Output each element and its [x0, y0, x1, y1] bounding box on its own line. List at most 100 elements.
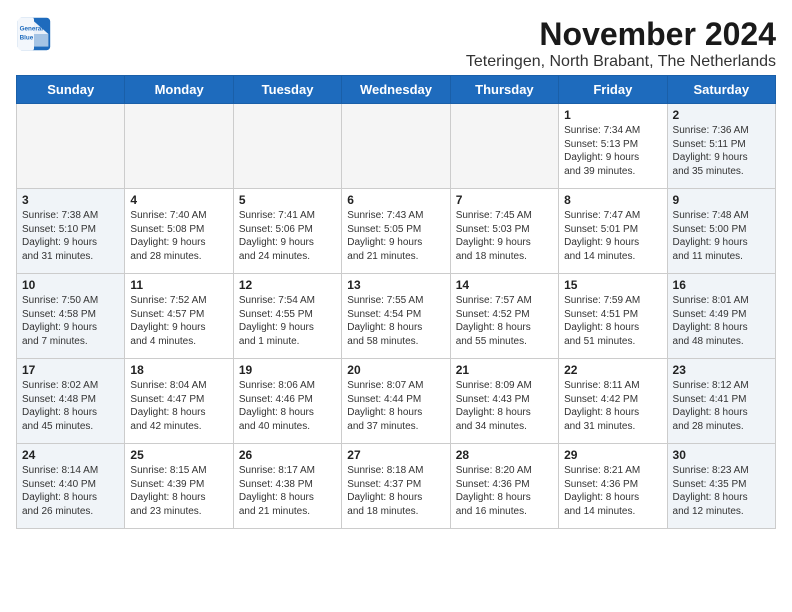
day-number: 10: [22, 278, 119, 292]
day-info: Sunrise: 8:11 AM Sunset: 4:42 PM Dayligh…: [564, 379, 661, 433]
weekday-header-wednesday: Wednesday: [342, 76, 450, 104]
weekday-header-saturday: Saturday: [667, 76, 775, 104]
day-number: 30: [673, 448, 770, 462]
day-number: 23: [673, 363, 770, 377]
day-info: Sunrise: 7:36 AM Sunset: 5:11 PM Dayligh…: [673, 124, 770, 178]
day-info: Sunrise: 8:14 AM Sunset: 4:40 PM Dayligh…: [22, 464, 119, 518]
day-number: 9: [673, 193, 770, 207]
calendar-cell: 12Sunrise: 7:54 AM Sunset: 4:55 PM Dayli…: [233, 274, 341, 359]
day-info: Sunrise: 7:59 AM Sunset: 4:51 PM Dayligh…: [564, 294, 661, 348]
header: General Blue November 2024 Teteringen, N…: [16, 16, 776, 71]
logo: General Blue: [16, 16, 52, 52]
calendar-cell: 22 Sunrise: 8:11 AM Sunset: 4:42 PM Dayli…: [559, 359, 667, 444]
location-title: Teteringen, North Brabant, The Netherlan…: [466, 53, 776, 71]
day-number: 4: [130, 193, 227, 207]
day-info: Sunrise: 7:55 AM Sunset: 4:54 PM Dayligh…: [347, 294, 444, 348]
day-number: 17: [22, 363, 119, 377]
calendar-cell: 26Sunrise: 8:17 AM Sunset: 4:38 PM Dayli…: [233, 444, 341, 529]
calendar-cell: [342, 104, 450, 189]
day-info: Sunrise: 8:17 AM Sunset: 4:38 PM Dayligh…: [239, 464, 336, 518]
day-info: Sunrise: 8:23 AM Sunset: 4:35 PM Dayligh…: [673, 464, 770, 518]
calendar-cell: [450, 104, 558, 189]
calendar-cell: 25 Sunrise: 8:15 AM Sunset: 4:39 PM Dayli…: [125, 444, 233, 529]
day-number: 20: [347, 363, 444, 377]
calendar-cell: 6 Sunrise: 7:43 AM Sunset: 5:05 PM Daylig…: [342, 189, 450, 274]
day-info: Sunrise: 8:01 AM Sunset: 4:49 PM Dayligh…: [673, 294, 770, 348]
calendar-cell: [17, 104, 125, 189]
day-number: 11: [130, 278, 227, 292]
weekday-header-tuesday: Tuesday: [233, 76, 341, 104]
day-info: Sunrise: 7:50 AM Sunset: 4:58 PM Dayligh…: [22, 294, 119, 348]
calendar-cell: 29Sunrise: 8:21 AM Sunset: 4:36 PM Dayli…: [559, 444, 667, 529]
day-number: 21: [456, 363, 553, 377]
day-info: Sunrise: 8:02 AM Sunset: 4:48 PM Dayligh…: [22, 379, 119, 433]
day-info: Sunrise: 7:41 AM Sunset: 5:06 PM Dayligh…: [239, 209, 336, 263]
calendar-cell: 11 Sunrise: 7:52 AM Sunset: 4:57 PM Dayli…: [125, 274, 233, 359]
calendar-cell: 20 Sunrise: 8:07 AM Sunset: 4:44 PM Dayli…: [342, 359, 450, 444]
day-info: Sunrise: 7:40 AM Sunset: 5:08 PM Dayligh…: [130, 209, 227, 263]
day-number: 22: [564, 363, 661, 377]
calendar-cell: 21 Sunrise: 8:09 AM Sunset: 4:43 PM Dayli…: [450, 359, 558, 444]
weekday-header-friday: Friday: [559, 76, 667, 104]
day-info: Sunrise: 7:48 AM Sunset: 5:00 PM Dayligh…: [673, 209, 770, 263]
day-info: Sunrise: 8:06 AM Sunset: 4:46 PM Dayligh…: [239, 379, 336, 433]
day-number: 13: [347, 278, 444, 292]
day-info: Sunrise: 8:18 AM Sunset: 4:37 PM Dayligh…: [347, 464, 444, 518]
day-number: 27: [347, 448, 444, 462]
calendar-body: 1Sunrise: 7:34 AM Sunset: 5:13 PM Daylig…: [17, 104, 776, 529]
svg-text:Blue: Blue: [20, 34, 34, 41]
day-number: 28: [456, 448, 553, 462]
calendar-table: SundayMondayTuesdayWednesdayThursdayFrid…: [16, 75, 776, 529]
calendar-week-3: 10 Sunrise: 7:50 AM Sunset: 4:58 PM Dayli…: [17, 274, 776, 359]
calendar-cell: 2 Sunrise: 7:36 AM Sunset: 5:11 PM Daylig…: [667, 104, 775, 189]
day-number: 7: [456, 193, 553, 207]
calendar-cell: 14Sunrise: 7:57 AM Sunset: 4:52 PM Dayli…: [450, 274, 558, 359]
calendar-cell: 8Sunrise: 7:47 AM Sunset: 5:01 PM Daylig…: [559, 189, 667, 274]
day-number: 8: [564, 193, 661, 207]
day-info: Sunrise: 8:21 AM Sunset: 4:36 PM Dayligh…: [564, 464, 661, 518]
calendar-cell: 24Sunrise: 8:14 AM Sunset: 4:40 PM Dayli…: [17, 444, 125, 529]
calendar-cell: 10 Sunrise: 7:50 AM Sunset: 4:58 PM Dayli…: [17, 274, 125, 359]
calendar-cell: 16Sunrise: 8:01 AM Sunset: 4:49 PM Dayli…: [667, 274, 775, 359]
calendar-cell: 9 Sunrise: 7:48 AM Sunset: 5:00 PM Daylig…: [667, 189, 775, 274]
day-number: 25: [130, 448, 227, 462]
calendar-week-2: 3Sunrise: 7:38 AM Sunset: 5:10 PM Daylig…: [17, 189, 776, 274]
calendar-cell: 19Sunrise: 8:06 AM Sunset: 4:46 PM Dayli…: [233, 359, 341, 444]
day-info: Sunrise: 7:43 AM Sunset: 5:05 PM Dayligh…: [347, 209, 444, 263]
title-area: November 2024 Teteringen, North Brabant,…: [466, 16, 776, 71]
calendar-cell: 27 Sunrise: 8:18 AM Sunset: 4:37 PM Dayli…: [342, 444, 450, 529]
calendar-cell: 1Sunrise: 7:34 AM Sunset: 5:13 PM Daylig…: [559, 104, 667, 189]
day-info: Sunrise: 8:09 AM Sunset: 4:43 PM Dayligh…: [456, 379, 553, 433]
day-info: Sunrise: 8:07 AM Sunset: 4:44 PM Dayligh…: [347, 379, 444, 433]
calendar-week-1: 1Sunrise: 7:34 AM Sunset: 5:13 PM Daylig…: [17, 104, 776, 189]
day-info: Sunrise: 8:15 AM Sunset: 4:39 PM Dayligh…: [130, 464, 227, 518]
calendar-cell: [125, 104, 233, 189]
day-number: 6: [347, 193, 444, 207]
day-number: 5: [239, 193, 336, 207]
weekday-header-row: SundayMondayTuesdayWednesdayThursdayFrid…: [17, 76, 776, 104]
weekday-header-monday: Monday: [125, 76, 233, 104]
day-info: Sunrise: 8:20 AM Sunset: 4:36 PM Dayligh…: [456, 464, 553, 518]
day-info: Sunrise: 7:54 AM Sunset: 4:55 PM Dayligh…: [239, 294, 336, 348]
calendar-cell: 28 Sunrise: 8:20 AM Sunset: 4:36 PM Dayli…: [450, 444, 558, 529]
day-number: 14: [456, 278, 553, 292]
day-info: Sunrise: 8:04 AM Sunset: 4:47 PM Dayligh…: [130, 379, 227, 433]
day-number: 2: [673, 108, 770, 122]
calendar-cell: 7Sunrise: 7:45 AM Sunset: 5:03 PM Daylig…: [450, 189, 558, 274]
logo-icon: General Blue: [16, 16, 52, 52]
day-info: Sunrise: 7:52 AM Sunset: 4:57 PM Dayligh…: [130, 294, 227, 348]
calendar-cell: [233, 104, 341, 189]
weekday-header-sunday: Sunday: [17, 76, 125, 104]
calendar-cell: 30 Sunrise: 8:23 AM Sunset: 4:35 PM Dayli…: [667, 444, 775, 529]
weekday-header-thursday: Thursday: [450, 76, 558, 104]
calendar-cell: 17 Sunrise: 8:02 AM Sunset: 4:48 PM Dayli…: [17, 359, 125, 444]
calendar-cell: 3Sunrise: 7:38 AM Sunset: 5:10 PM Daylig…: [17, 189, 125, 274]
day-number: 15: [564, 278, 661, 292]
calendar-week-5: 24Sunrise: 8:14 AM Sunset: 4:40 PM Dayli…: [17, 444, 776, 529]
calendar-cell: 18Sunrise: 8:04 AM Sunset: 4:47 PM Dayli…: [125, 359, 233, 444]
calendar-cell: 23Sunrise: 8:12 AM Sunset: 4:41 PM Dayli…: [667, 359, 775, 444]
month-title: November 2024: [466, 16, 776, 53]
calendar-cell: 4 Sunrise: 7:40 AM Sunset: 5:08 PM Daylig…: [125, 189, 233, 274]
day-info: Sunrise: 7:34 AM Sunset: 5:13 PM Dayligh…: [564, 124, 661, 178]
calendar-cell: 15 Sunrise: 7:59 AM Sunset: 4:51 PM Dayli…: [559, 274, 667, 359]
